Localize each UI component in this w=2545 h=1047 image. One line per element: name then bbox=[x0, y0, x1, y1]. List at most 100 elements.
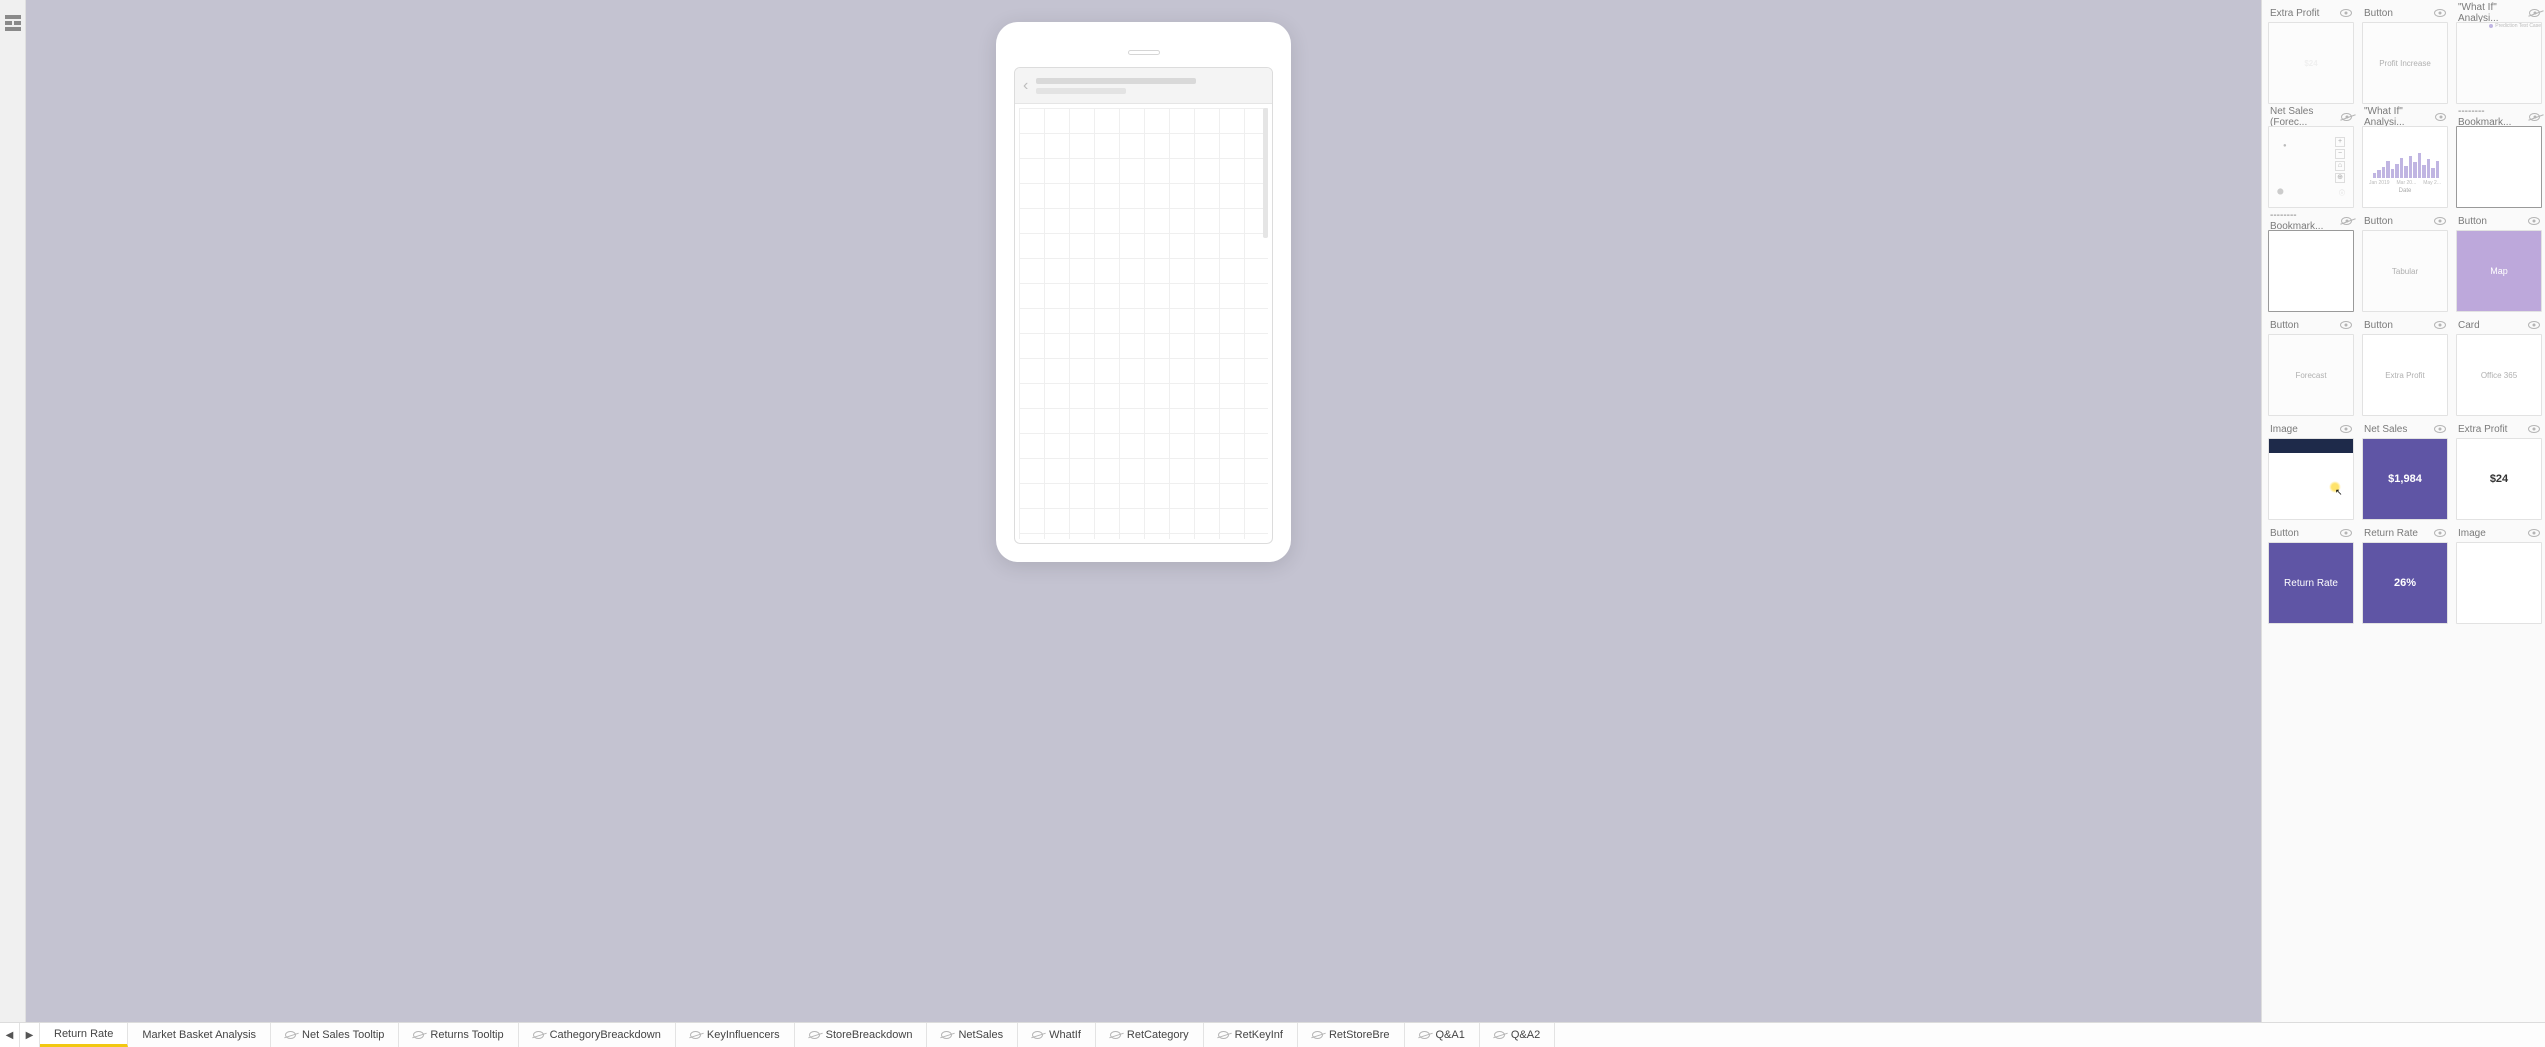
tab-next-button[interactable]: ▶ bbox=[20, 1023, 40, 1047]
tile-title: Extra Profit bbox=[2458, 424, 2507, 435]
tab-nav: ◀ ▶ bbox=[0, 1023, 40, 1047]
canvas-area[interactable]: ‹ bbox=[26, 0, 2261, 1022]
tile-preview[interactable]: Office 365 bbox=[2456, 334, 2542, 416]
tile-preview[interactable] bbox=[2268, 230, 2354, 312]
page-tab[interactable]: RetKeyInf bbox=[1204, 1023, 1298, 1047]
tile-text: Return Rate bbox=[2284, 578, 2338, 589]
visibility-eye-icon[interactable] bbox=[2528, 321, 2540, 329]
page-tab[interactable]: WhatIf bbox=[1018, 1023, 1096, 1047]
tile-preview[interactable]: Extra Profit bbox=[2362, 334, 2448, 416]
tile-title: Button bbox=[2364, 216, 2393, 227]
subtitle-placeholder bbox=[1036, 88, 1126, 94]
visibility-eye-icon[interactable] bbox=[2434, 217, 2446, 225]
page-tab[interactable]: NetSales bbox=[927, 1023, 1018, 1047]
tile-title: Net Sales bbox=[2364, 424, 2407, 435]
visibility-eye-icon[interactable] bbox=[2529, 9, 2540, 17]
tile-text: Forecast bbox=[2295, 371, 2326, 380]
visibility-eye-icon[interactable] bbox=[2528, 425, 2540, 433]
visual-tile[interactable]: Image ↖ bbox=[2268, 420, 2354, 520]
tab-label: NetSales bbox=[958, 1029, 1003, 1041]
visual-tile[interactable]: "What If" Analysi...Jan 2019Mar 20...May… bbox=[2362, 108, 2448, 208]
visibility-eye-icon[interactable] bbox=[2528, 529, 2540, 537]
hidden-page-icon bbox=[1494, 1031, 1505, 1039]
tile-preview[interactable]: Map bbox=[2456, 230, 2542, 312]
visibility-eye-icon[interactable] bbox=[2340, 9, 2352, 17]
visual-tile[interactable]: Image bbox=[2456, 524, 2542, 624]
hidden-page-icon bbox=[285, 1031, 296, 1039]
visibility-eye-icon[interactable] bbox=[2435, 113, 2446, 121]
visibility-eye-icon[interactable] bbox=[2341, 217, 2352, 225]
visual-tile[interactable]: ButtonExtra Profit bbox=[2362, 316, 2448, 416]
visual-tile[interactable]: ButtonMap bbox=[2456, 212, 2542, 312]
visibility-eye-icon[interactable] bbox=[2434, 425, 2446, 433]
visual-tile[interactable]: Button Tabular bbox=[2362, 212, 2448, 312]
page-tab[interactable]: CathegoryBreackdown bbox=[519, 1023, 676, 1047]
tile-preview[interactable] bbox=[2456, 542, 2542, 624]
visibility-eye-icon[interactable] bbox=[2529, 113, 2540, 121]
title-placeholder bbox=[1036, 78, 1196, 84]
tile-title: Image bbox=[2270, 424, 2298, 435]
tile-title: --------Bookmark... bbox=[2458, 106, 2529, 128]
page-tab[interactable]: Returns Tooltip bbox=[399, 1023, 518, 1047]
visual-tile[interactable]: --------Bookmark... bbox=[2268, 212, 2354, 312]
visibility-eye-icon[interactable] bbox=[2340, 321, 2352, 329]
scrollbar[interactable] bbox=[1263, 108, 1268, 238]
visibility-eye-icon[interactable] bbox=[2528, 217, 2540, 225]
visuals-panel[interactable]: Extra Profit$24ButtonProfit Increase"Wha… bbox=[2261, 0, 2545, 1022]
visual-tile[interactable]: Net Sales $1,984 bbox=[2362, 420, 2448, 520]
visibility-eye-icon[interactable] bbox=[2434, 9, 2446, 17]
tile-text: Map bbox=[2490, 266, 2508, 276]
visual-tile[interactable]: Extra Profit $24 bbox=[2456, 420, 2542, 520]
left-rail bbox=[0, 0, 26, 1022]
visual-tile[interactable]: CardOffice 365 bbox=[2456, 316, 2542, 416]
visual-tile[interactable]: "What If" Analysi...Prediction Test Case bbox=[2456, 4, 2542, 104]
visual-tile[interactable]: ButtonForecast bbox=[2268, 316, 2354, 416]
tile-title: Button bbox=[2364, 8, 2393, 19]
tab-label: Return Rate bbox=[54, 1028, 113, 1040]
tile-preview[interactable]: 26% bbox=[2362, 542, 2448, 624]
visual-tile[interactable]: Return Rate26% bbox=[2362, 524, 2448, 624]
page-tab[interactable]: KeyInfluencers bbox=[676, 1023, 795, 1047]
tile-preview[interactable]: Prediction Test Case bbox=[2456, 22, 2542, 104]
tab-prev-button[interactable]: ◀ bbox=[0, 1023, 20, 1047]
page-tab[interactable]: Q&A1 bbox=[1405, 1023, 1480, 1047]
tile-preview[interactable]: $24 bbox=[2268, 22, 2354, 104]
tile-preview[interactable]: Jan 2019Mar 20...May 2...Date bbox=[2362, 126, 2448, 208]
page-tab[interactable]: RetStoreBre bbox=[1298, 1023, 1405, 1047]
page-tab[interactable]: Return Rate bbox=[40, 1023, 128, 1047]
visibility-eye-icon[interactable] bbox=[2434, 529, 2446, 537]
visibility-eye-icon[interactable] bbox=[2340, 425, 2352, 433]
visual-tile[interactable]: ButtonReturn Rate bbox=[2268, 524, 2354, 624]
visual-tile[interactable]: --------Bookmark... bbox=[2456, 108, 2542, 208]
tile-preview[interactable]: $24 bbox=[2456, 438, 2542, 520]
page-tab[interactable]: RetCategory bbox=[1096, 1023, 1204, 1047]
phone-screen[interactable]: ‹ bbox=[1014, 67, 1273, 544]
visibility-eye-icon[interactable] bbox=[2434, 321, 2446, 329]
tile-preview[interactable]: ↖ bbox=[2268, 438, 2354, 520]
tile-preview[interactable]: +−⌂⊕●⬤ⓘ bbox=[2268, 126, 2354, 208]
page-tab[interactable]: Net Sales Tooltip bbox=[271, 1023, 399, 1047]
tab-label: RetKeyInf bbox=[1235, 1029, 1283, 1041]
chevron-left-icon[interactable]: ‹ bbox=[1023, 77, 1028, 95]
mobile-layout-icon[interactable] bbox=[4, 14, 22, 32]
tile-text: Office 365 bbox=[2481, 371, 2517, 380]
phone-layout-grid[interactable] bbox=[1019, 108, 1268, 539]
visibility-eye-icon[interactable] bbox=[2340, 529, 2352, 537]
page-tab[interactable]: StoreBreackdown bbox=[795, 1023, 928, 1047]
tile-preview[interactable]: $1,984 bbox=[2362, 438, 2448, 520]
tile-preview[interactable]: Tabular bbox=[2362, 230, 2448, 312]
tile-preview[interactable]: Forecast bbox=[2268, 334, 2354, 416]
visual-tile[interactable]: Extra Profit$24 bbox=[2268, 4, 2354, 104]
tile-title: Image bbox=[2458, 528, 2486, 539]
tile-preview[interactable]: Return Rate bbox=[2268, 542, 2354, 624]
tile-preview[interactable] bbox=[2456, 126, 2542, 208]
page-tab[interactable]: Market Basket Analysis bbox=[128, 1023, 271, 1047]
tile-preview[interactable]: Profit Increase bbox=[2362, 22, 2448, 104]
tabs-container: Return Rate Market Basket AnalysisNet Sal… bbox=[40, 1023, 2545, 1047]
page-tab[interactable]: Q&A2 bbox=[1480, 1023, 1555, 1047]
visual-tile[interactable]: Button Profit Increase bbox=[2362, 4, 2448, 104]
visibility-eye-icon[interactable] bbox=[2341, 113, 2352, 121]
tile-text: $24 bbox=[2490, 473, 2508, 485]
tab-label: Q&A1 bbox=[1436, 1029, 1465, 1041]
visual-tile[interactable]: Net Sales (Forec...+−⌂⊕●⬤ⓘ bbox=[2268, 108, 2354, 208]
